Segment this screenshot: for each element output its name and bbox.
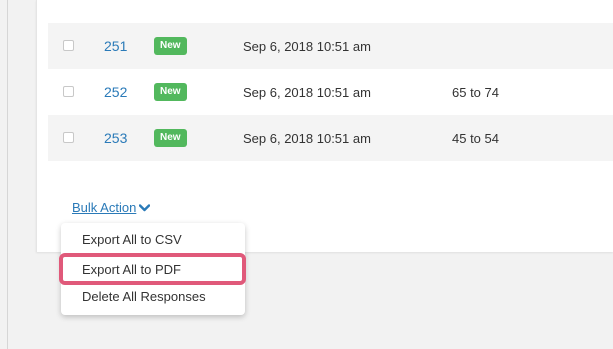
response-id-link[interactable]: 252: [104, 84, 127, 100]
row-checkbox[interactable]: [63, 132, 74, 143]
status-badge: New: [154, 83, 187, 101]
response-age: 45 to 54: [452, 130, 499, 146]
table-row[interactable]: 253 New Sep 6, 2018 10:51 am 45 to 54: [48, 115, 613, 161]
menu-item-export-pdf[interactable]: Export All to PDF: [61, 259, 245, 281]
menu-item-export-csv[interactable]: Export All to CSV: [61, 229, 245, 251]
response-id-link[interactable]: 251: [104, 38, 127, 54]
response-date: Sep 6, 2018 10:51 am: [243, 130, 371, 146]
menu-item-delete-all[interactable]: Delete All Responses: [61, 286, 245, 308]
response-age: 65 to 74: [452, 84, 499, 100]
response-date: Sep 6, 2018 10:51 am: [243, 84, 371, 100]
row-checkbox[interactable]: [63, 40, 74, 51]
response-date: Sep 6, 2018 10:51 am: [243, 38, 371, 54]
table-row[interactable]: 251 New Sep 6, 2018 10:51 am: [48, 23, 613, 69]
status-badge: New: [154, 129, 187, 147]
bulk-action-button[interactable]: Bulk Action: [72, 200, 151, 215]
chevron-down-icon: [139, 203, 151, 212]
bulk-action-menu: Export All to CSV Export All to PDF Dele…: [61, 223, 245, 315]
table-row[interactable]: 252 New Sep 6, 2018 10:51 am 65 to 74: [48, 69, 613, 115]
left-divider: [7, 0, 8, 349]
bulk-action-label: Bulk Action: [72, 200, 137, 215]
row-checkbox[interactable]: [63, 86, 74, 97]
response-id-link[interactable]: 253: [104, 130, 127, 146]
status-badge: New: [154, 37, 187, 55]
